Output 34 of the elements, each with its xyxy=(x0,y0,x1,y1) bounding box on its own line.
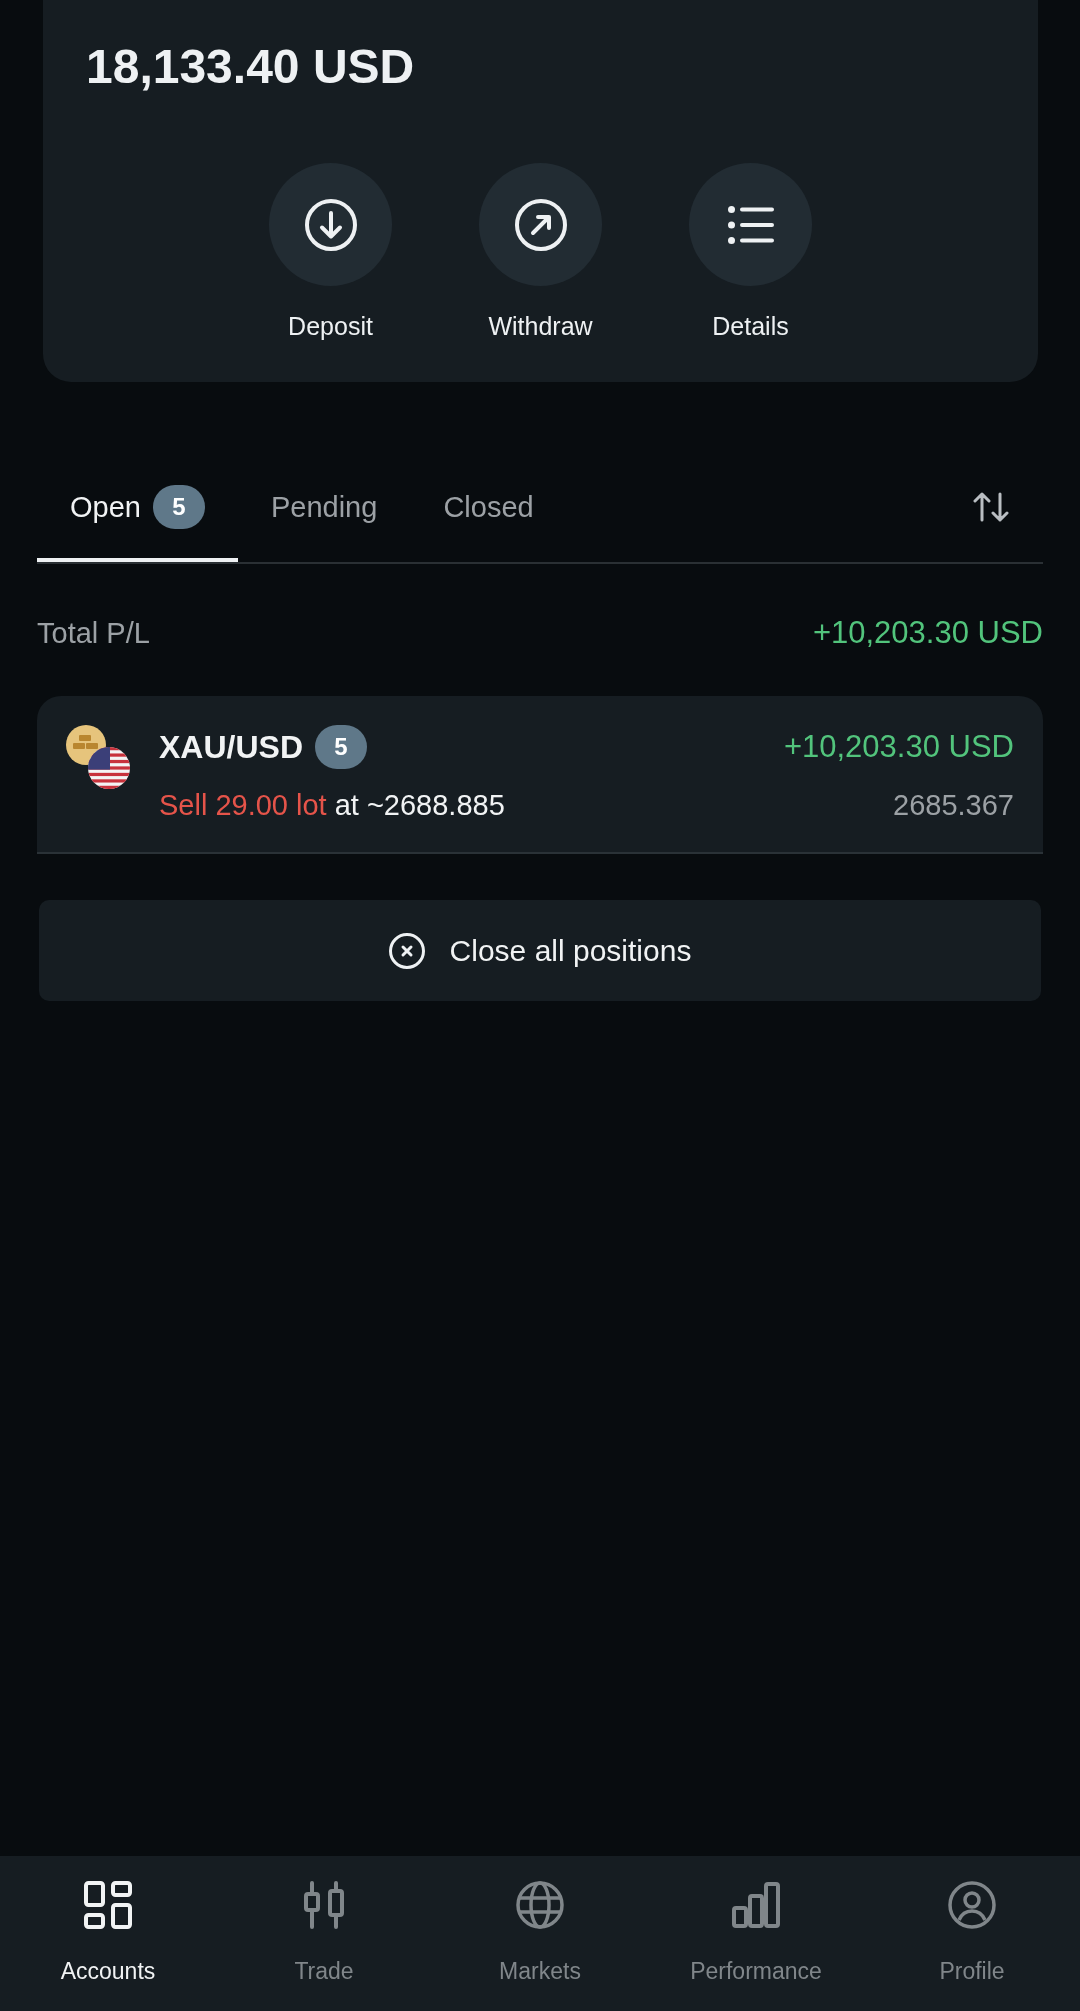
arrow-down-circle-icon xyxy=(304,198,357,251)
position-pl: +10,203.30 USD xyxy=(783,729,1014,765)
total-pl-label: Total P/L xyxy=(37,616,150,651)
close-all-button[interactable]: Close all positions xyxy=(39,900,1041,1001)
dashboard-icon xyxy=(84,1881,132,1929)
coin-and-flag-icon xyxy=(66,725,130,789)
nav-tab[interactable]: Profile xyxy=(864,1856,1080,2011)
symbol-label: XAU/USD xyxy=(159,728,303,766)
order-text: Sell 29.00 lot xyxy=(159,788,327,821)
action-label: Deposit xyxy=(288,311,373,342)
count-badge: 5 xyxy=(315,725,367,769)
position-tab[interactable]: Closed xyxy=(410,464,567,562)
nav-tab[interactable]: Trade xyxy=(216,1856,432,2011)
action-label: Details xyxy=(712,311,789,342)
close-circle-icon xyxy=(388,932,425,969)
position-card[interactable]: XAU/USD 5 +10,203.30 USD Sell 29.00 lot at ~2688.885 2685.367 xyxy=(37,696,1043,854)
count-badge: 5 xyxy=(152,485,205,529)
list-icon xyxy=(727,205,774,244)
position-tab[interactable]: Pending xyxy=(237,464,411,562)
globe-icon xyxy=(516,1881,564,1929)
sort-icon xyxy=(973,492,1009,522)
nav-tab[interactable]: Performance xyxy=(648,1856,864,2011)
entry-price: at ~2688.885 xyxy=(334,788,505,821)
balance-amount: 18,133.40 USD xyxy=(86,39,415,95)
position-tab[interactable]: Open 5 xyxy=(37,464,238,562)
action-label: Withdraw xyxy=(488,311,593,342)
total-pl-value: +10,203.30 USD xyxy=(812,615,1043,651)
arrow-up-right-circle-icon xyxy=(514,198,567,251)
candlestick-icon xyxy=(304,1881,344,1929)
nav-tab[interactable]: Markets xyxy=(432,1856,648,2011)
current-price: 2685.367 xyxy=(893,788,1014,822)
nav-tab[interactable]: Accounts xyxy=(0,1856,216,2011)
user-circle-icon xyxy=(948,1881,996,1929)
bar-chart-icon xyxy=(732,1882,780,1928)
